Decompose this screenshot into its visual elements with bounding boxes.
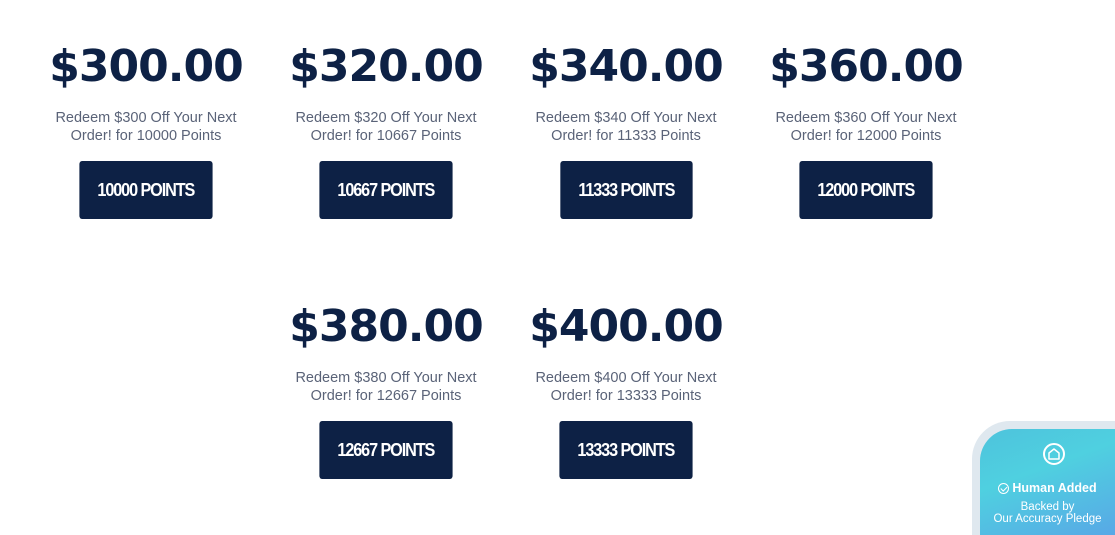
reward-card: $320.00 Redeem $320 Off Your Next Order!… [266,45,506,219]
accuracy-badge-inner: Human Added Backed by Our Accuracy Pledg… [980,429,1115,535]
reward-description-line: Order! for 12667 Points [310,388,462,404]
redeem-button[interactable]: 13333 POINTS [559,421,693,479]
badge-title: Human Added [980,481,1115,495]
reward-description: Redeem $380 Off Your Next Order! for 126… [266,369,506,405]
reward-card: $360.00 Redeem $360 Off Your Next Order!… [746,45,986,219]
reward-description-line: Order! for 11333 Points [551,128,701,144]
reward-price: $400.00 [529,301,723,352]
badge-title-text: Human Added [1012,481,1097,495]
reward-description: Redeem $320 Off Your Next Order! for 106… [266,109,506,145]
badge-subtitle-line: Our Accuracy Pledge [993,513,1102,525]
reward-description-line: Order! for 13333 Points [550,388,702,404]
reward-card: $380.00 Redeem $380 Off Your Next Order!… [266,305,506,479]
badge-subtitle-line: Backed by [1020,501,1075,513]
reward-description: Redeem $300 Off Your Next Order! for 100… [26,109,266,145]
reward-description-line: Redeem $340 Off Your Next [535,110,717,126]
reward-description-line: Order! for 10000 Points [70,128,222,144]
redeem-button[interactable]: 12667 POINTS [319,421,453,479]
reward-description-line: Redeem $360 Off Your Next [775,110,957,126]
reward-price: $320.00 [289,41,483,92]
check-circle-icon [998,483,1010,494]
rewards-page: $300.00 Redeem $300 Off Your Next Order!… [0,0,1115,535]
reward-price: $360.00 [769,41,963,92]
reward-description-line: Redeem $300 Off Your Next [55,110,237,126]
reward-description-line: Redeem $400 Off Your Next [535,370,717,386]
reward-card: $400.00 Redeem $400 Off Your Next Order!… [506,305,746,479]
reward-price: $300.00 [49,41,243,92]
reward-price: $380.00 [289,301,483,352]
reward-price: $340.00 [529,41,723,92]
reward-description-line: Redeem $320 Off Your Next [295,110,477,126]
reward-description: Redeem $340 Off Your Next Order! for 113… [506,109,746,145]
redeem-button[interactable]: 10000 POINTS [79,161,213,219]
reward-description: Redeem $360 Off Your Next Order! for 120… [746,109,986,145]
redeem-button[interactable]: 10667 POINTS [319,161,453,219]
reward-card: $340.00 Redeem $340 Off Your Next Order!… [506,45,746,219]
reward-card: $300.00 Redeem $300 Off Your Next Order!… [26,45,266,219]
badge-subtitle: Backed by Our Accuracy Pledge [980,501,1115,525]
reward-description-line: Redeem $380 Off Your Next [295,370,477,386]
reward-description-line: Order! for 10667 Points [310,128,462,144]
reward-description-line: Order! for 12000 Points [790,128,942,144]
reward-description: Redeem $400 Off Your Next Order! for 133… [506,369,746,405]
shield-home-icon [1043,443,1065,465]
redeem-button[interactable]: 12000 POINTS [799,161,933,219]
accuracy-badge[interactable]: Human Added Backed by Our Accuracy Pledg… [972,421,1115,535]
redeem-button[interactable]: 11333 POINTS [559,161,692,219]
